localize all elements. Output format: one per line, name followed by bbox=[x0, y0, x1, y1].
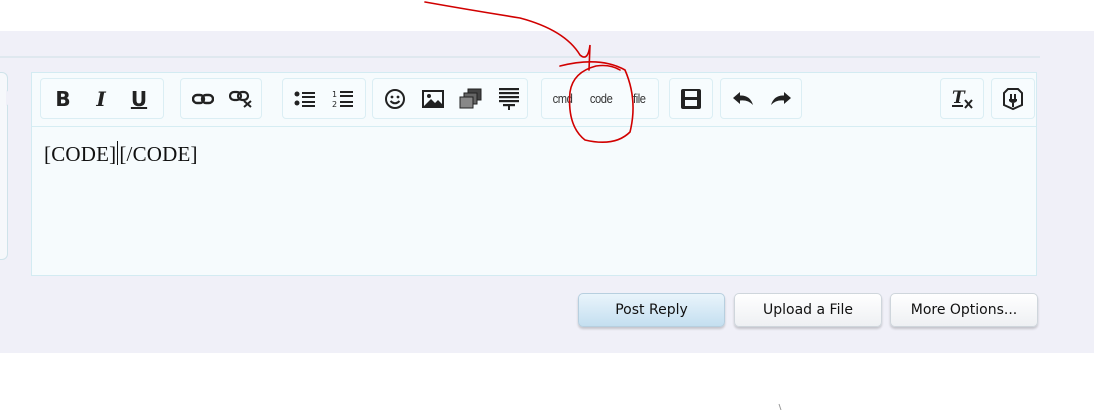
save-draft-button[interactable] bbox=[673, 79, 709, 118]
floppy-disk-icon bbox=[681, 88, 701, 109]
code-group: cmd code file bbox=[541, 78, 659, 119]
code-label: code bbox=[589, 91, 613, 106]
code-button[interactable]: code bbox=[582, 79, 620, 118]
file-label: file bbox=[632, 91, 646, 106]
list-group: 12 bbox=[282, 78, 366, 119]
media-icon bbox=[459, 88, 482, 108]
italic-icon: I bbox=[96, 86, 106, 111]
post-reply-button[interactable]: Post Reply bbox=[578, 293, 725, 327]
plug-icon bbox=[1003, 87, 1023, 110]
editor-content[interactable]: [CODE] [/CODE] bbox=[44, 141, 198, 167]
link-icon bbox=[192, 93, 214, 104]
undo-icon bbox=[733, 91, 753, 105]
toggle-source-group bbox=[991, 78, 1035, 119]
redo-icon bbox=[771, 91, 791, 105]
link-button[interactable] bbox=[185, 79, 221, 118]
image-button[interactable] bbox=[415, 79, 451, 118]
smiley-icon bbox=[385, 88, 405, 109]
editor-toolbar: B I U 12 cmd code file T bbox=[32, 73, 1036, 127]
numbered-list-icon: 12 bbox=[332, 90, 353, 109]
remove-format-icon: T bbox=[952, 88, 973, 109]
insert-group bbox=[372, 78, 528, 119]
italic-button[interactable]: I bbox=[83, 79, 119, 118]
unlink-button[interactable] bbox=[223, 79, 259, 118]
bold-button[interactable]: B bbox=[45, 79, 81, 118]
save-group bbox=[669, 78, 713, 119]
rich-text-editor: B I U 12 cmd code file T [CODE] [/CODE] bbox=[31, 72, 1037, 276]
bullet-list-icon bbox=[294, 91, 315, 107]
divider bbox=[0, 56, 1040, 58]
bold-icon: B bbox=[55, 86, 71, 111]
svg-text:1: 1 bbox=[332, 90, 337, 99]
svg-text:2: 2 bbox=[332, 100, 337, 109]
code-close-tag: [/CODE] bbox=[119, 142, 198, 166]
more-options-button[interactable]: More Options... bbox=[890, 293, 1038, 327]
format-group: B I U bbox=[40, 78, 164, 119]
cmd-button[interactable]: cmd bbox=[544, 79, 582, 118]
link-group bbox=[180, 78, 262, 119]
quote-icon bbox=[499, 87, 519, 110]
quote-button[interactable] bbox=[491, 79, 527, 118]
redo-button[interactable] bbox=[763, 79, 799, 118]
cmd-label: cmd bbox=[553, 91, 573, 106]
unlink-icon bbox=[229, 90, 252, 108]
file-button[interactable]: file bbox=[620, 79, 658, 118]
media-button[interactable] bbox=[453, 79, 489, 118]
smilie-button[interactable] bbox=[377, 79, 413, 118]
underline-button[interactable]: U bbox=[121, 79, 157, 118]
upload-file-button[interactable]: Upload a File bbox=[734, 293, 882, 327]
code-open-tag: [CODE] bbox=[44, 142, 117, 166]
remove-format-group: T bbox=[940, 78, 984, 119]
toggle-source-button[interactable] bbox=[995, 79, 1031, 118]
underline-icon: U bbox=[130, 86, 148, 111]
bullet-list-button[interactable] bbox=[287, 79, 323, 118]
image-icon bbox=[422, 89, 444, 108]
history-group bbox=[720, 78, 802, 119]
undo-button[interactable] bbox=[725, 79, 761, 118]
numbered-list-button[interactable]: 12 bbox=[325, 79, 361, 118]
remove-format-button[interactable]: T bbox=[944, 79, 980, 118]
